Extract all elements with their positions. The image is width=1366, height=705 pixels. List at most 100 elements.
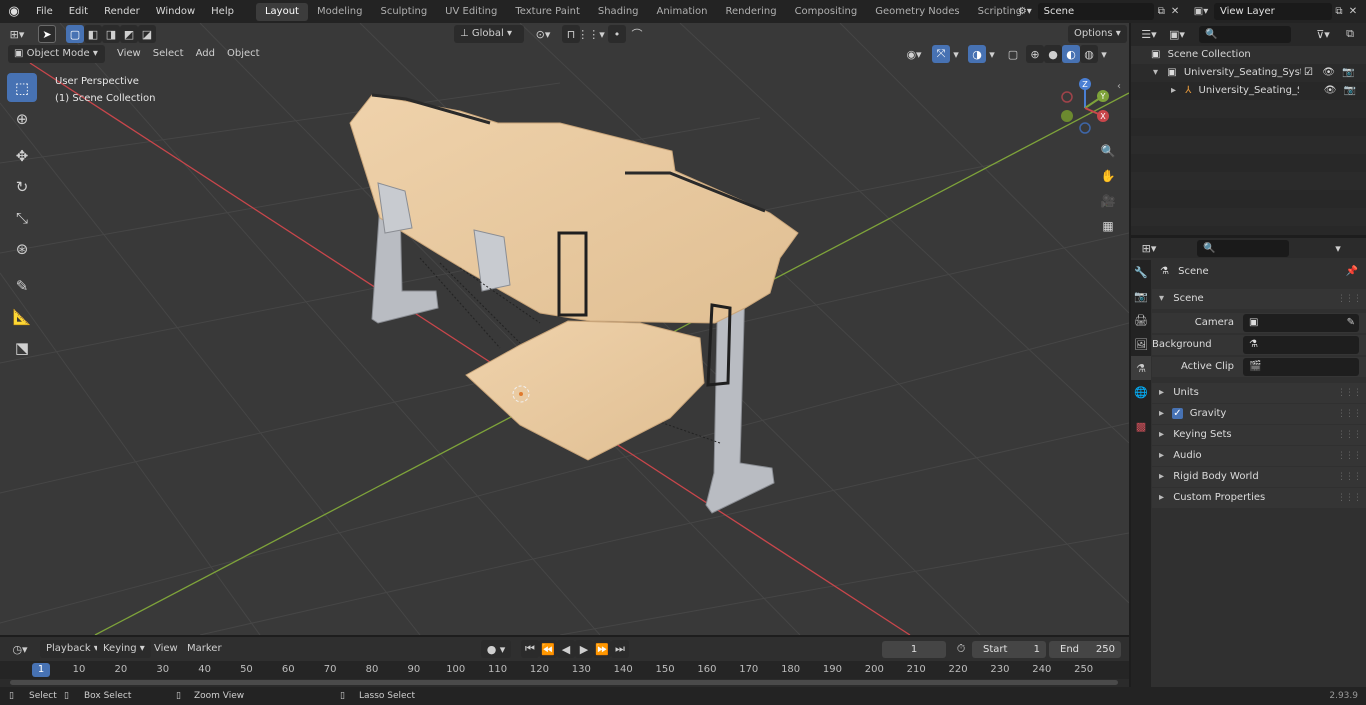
output-tab-icon[interactable]: 🖨 bbox=[1131, 308, 1151, 332]
keying-menu[interactable]: Keying ▾ bbox=[97, 640, 151, 658]
move-tool-icon[interactable]: ✥ bbox=[7, 141, 37, 170]
drag-handle-icon[interactable]: ⋮⋮⋮ bbox=[1337, 425, 1362, 445]
collapsed-arrow-icon[interactable]: ▸ bbox=[1159, 387, 1164, 398]
world-tab-icon[interactable]: 🌐 bbox=[1131, 380, 1151, 404]
new-collection-icon[interactable]: ⧉ bbox=[1341, 25, 1359, 43]
filter-icon[interactable]: ⊽▾ bbox=[1309, 25, 1337, 43]
stopwatch-icon[interactable]: ⏱ bbox=[952, 640, 970, 658]
jump-end-icon[interactable]: ⏭ bbox=[611, 640, 629, 658]
tab-layout[interactable]: Layout bbox=[255, 2, 308, 21]
material-shading-icon[interactable]: ◐ bbox=[1062, 45, 1080, 63]
scene-selector[interactable]: ⚙▾ Scene ⧉ ✕ bbox=[1012, 2, 1182, 21]
gravity-checkbox-icon[interactable]: ✓ bbox=[1172, 408, 1183, 419]
menu-edit[interactable]: Edit bbox=[61, 0, 96, 23]
sidebar-toggle-icon[interactable]: ‹ bbox=[1117, 81, 1121, 92]
rotate-tool-icon[interactable]: ↻ bbox=[7, 172, 37, 201]
xray-toggle-icon[interactable]: ▢ bbox=[1004, 45, 1022, 63]
annotate-tool-icon[interactable]: ✎ bbox=[7, 271, 37, 300]
pivot-point-icon[interactable]: ⊙▾ bbox=[530, 25, 556, 43]
end-frame-field[interactable]: End 250 bbox=[1049, 641, 1121, 658]
3d-viewport[interactable]: ⊞▾ ➤ ▢ ◧ ◨ ◩ ◪ ⊥ Global ▾ ⊙▾ ⊓ ⋮⋮▾ • ⌒ O… bbox=[0, 23, 1129, 635]
panel-custom-properties[interactable]: ▸ Custom Properties ⋮⋮⋮ bbox=[1152, 488, 1366, 508]
view-layer-field[interactable]: View Layer bbox=[1214, 3, 1332, 20]
drag-handle-icon[interactable]: ⋮⋮⋮ bbox=[1337, 383, 1362, 403]
panel-audio[interactable]: ▸ Audio ⋮⋮⋮ bbox=[1152, 446, 1366, 466]
timeline-view-menu[interactable]: View bbox=[148, 640, 184, 658]
panel-units[interactable]: ▸ Units ⋮⋮⋮ bbox=[1152, 383, 1366, 403]
visibility-icon[interactable]: ◉▾ bbox=[900, 45, 928, 63]
tab-animation[interactable]: Animation bbox=[648, 3, 717, 21]
solid-shading-icon[interactable]: ● bbox=[1044, 45, 1062, 63]
properties-search-input[interactable]: 🔍 bbox=[1197, 239, 1289, 257]
menu-add[interactable]: Add bbox=[190, 45, 221, 63]
menu-help[interactable]: Help bbox=[203, 0, 242, 23]
drag-handle-icon[interactable]: ⋮⋮⋮ bbox=[1337, 488, 1362, 508]
menu-render[interactable]: Render bbox=[96, 0, 148, 23]
view-layer-selector[interactable]: ▣▾ View Layer ⧉ ✕ bbox=[1188, 2, 1364, 21]
menu-view[interactable]: View bbox=[111, 45, 147, 63]
outliner-editor-type-icon[interactable]: ☰▾ bbox=[1135, 25, 1163, 43]
render-tab-icon[interactable]: 📷 bbox=[1131, 284, 1151, 308]
viewport-scene[interactable] bbox=[0, 23, 1129, 635]
camera-icon[interactable]: 📷 bbox=[1344, 85, 1356, 96]
menu-window[interactable]: Window bbox=[148, 0, 203, 23]
add-cube-tool-icon[interactable]: ⬔ bbox=[7, 333, 37, 362]
drag-handle-icon[interactable]: ⋮⋮⋮ bbox=[1337, 446, 1362, 466]
select-mode-new-icon[interactable]: ▢ bbox=[66, 25, 84, 43]
scene-section-header[interactable]: ▾ Scene ⋮⋮⋮ bbox=[1152, 289, 1366, 309]
delete-scene-icon[interactable]: ✕ bbox=[1168, 6, 1182, 17]
select-box-tool-icon[interactable]: ⬚ bbox=[7, 73, 37, 102]
rendered-shading-icon[interactable]: ◍ bbox=[1080, 45, 1098, 63]
wireframe-shading-icon[interactable]: ⊕ bbox=[1026, 45, 1044, 63]
proportional-edit-icon[interactable]: • bbox=[608, 25, 626, 43]
perspective-toggle-icon[interactable]: ▦ bbox=[1097, 215, 1119, 237]
options-dropdown[interactable]: Options ▾ bbox=[1068, 25, 1127, 43]
panel-gravity[interactable]: ▸ ✓ Gravity ⋮⋮⋮ bbox=[1152, 404, 1366, 424]
select-mode-intersect-icon[interactable]: ◪ bbox=[138, 25, 156, 43]
transform-orientation-dropdown[interactable]: ⊥ Global ▾ bbox=[454, 25, 524, 43]
marker-menu[interactable]: Marker bbox=[181, 640, 228, 658]
display-mode-icon[interactable]: ▣▾ bbox=[1163, 25, 1191, 43]
collapsed-arrow-icon[interactable]: ▸ bbox=[1159, 492, 1164, 503]
camera-icon[interactable]: 📷 bbox=[1342, 67, 1354, 78]
checkbox-icon[interactable]: ☑ bbox=[1304, 67, 1313, 78]
eyedropper-icon[interactable]: ✎ bbox=[1347, 314, 1355, 332]
start-frame-field[interactable]: Start 1 bbox=[972, 641, 1046, 658]
pan-hand-icon[interactable]: ✋ bbox=[1097, 165, 1119, 187]
object-mode-dropdown[interactable]: ▣ Object Mode ▾ bbox=[8, 45, 105, 63]
snap-target-icon[interactable]: ⋮⋮▾ bbox=[577, 25, 605, 43]
camera-field[interactable]: ▣ ✎ bbox=[1243, 314, 1359, 332]
drag-handle-icon[interactable]: ⋮⋮⋮ bbox=[1337, 467, 1362, 487]
navigation-gizmo[interactable]: Z Y X bbox=[1055, 78, 1115, 138]
editor-type-icon[interactable]: ⊞▾ bbox=[4, 25, 30, 43]
tab-compositing[interactable]: Compositing bbox=[786, 3, 867, 21]
menu-object[interactable]: Object bbox=[221, 45, 266, 63]
tab-geometry-nodes[interactable]: Geometry Nodes bbox=[866, 3, 968, 21]
playback-menu[interactable]: Playback ▾ bbox=[40, 640, 105, 658]
record-button-icon[interactable]: ● ▾ bbox=[481, 640, 511, 658]
active-clip-field[interactable]: 🎬 bbox=[1243, 358, 1359, 376]
tool-settings-tab-icon[interactable]: 🔧 bbox=[1131, 260, 1151, 284]
play-reverse-icon[interactable]: ◀ bbox=[557, 640, 575, 658]
frame-ruler[interactable]: 1 10 20 30 40 50 60 70 80 90 100 110 120 130 140 150 160… bbox=[0, 661, 1129, 679]
delete-view-layer-icon[interactable]: ✕ bbox=[1346, 6, 1360, 17]
expand-arrow-icon[interactable]: ▾ bbox=[1153, 67, 1158, 78]
properties-options-icon[interactable]: ▾ bbox=[1329, 239, 1347, 257]
expand-arrow-icon[interactable]: ▸ bbox=[1171, 85, 1176, 96]
drag-handle-icon[interactable]: ⋮⋮⋮ bbox=[1337, 289, 1362, 309]
texture-tab-icon[interactable]: ▩ bbox=[1131, 414, 1151, 438]
select-mode-extend-icon[interactable]: ◧ bbox=[84, 25, 102, 43]
select-mode-subtract-icon[interactable]: ◨ bbox=[102, 25, 120, 43]
view-layer-tab-icon[interactable]: 🖼 bbox=[1131, 332, 1151, 356]
tab-rendering[interactable]: Rendering bbox=[716, 3, 785, 21]
zoom-icon[interactable]: 🔍 bbox=[1097, 140, 1119, 162]
background-scene-field[interactable]: ⚗ bbox=[1243, 336, 1359, 354]
panel-keying-sets[interactable]: ▸ Keying Sets ⋮⋮⋮ bbox=[1152, 425, 1366, 445]
collapsed-arrow-icon[interactable]: ▸ bbox=[1159, 471, 1164, 482]
pin-icon[interactable]: 📌 bbox=[1346, 262, 1358, 282]
blender-logo-icon[interactable]: ◉ bbox=[0, 4, 28, 19]
eye-icon[interactable]: 👁 bbox=[1324, 85, 1337, 96]
properties-editor-type-icon[interactable]: ⊞▾ bbox=[1135, 239, 1163, 257]
jump-start-icon[interactable]: ⏮ bbox=[521, 640, 539, 658]
select-tool-icon[interactable]: ➤ bbox=[38, 25, 56, 43]
